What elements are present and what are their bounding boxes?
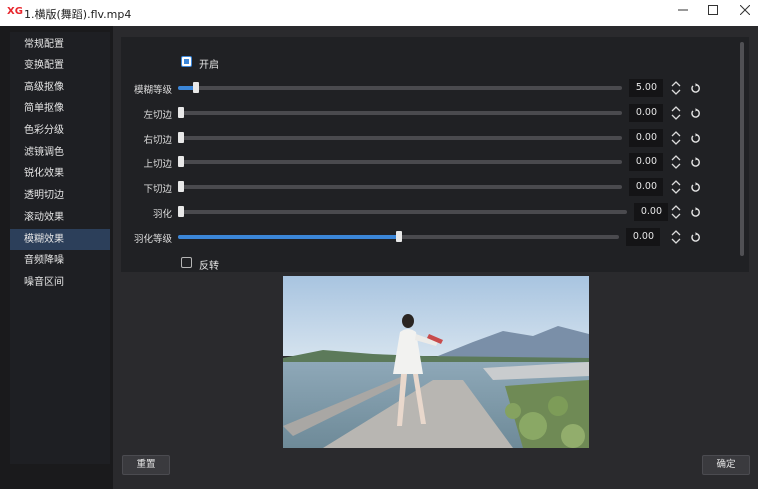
sidebar: 常规配置 变换配置 高级抠像 简单抠像 色彩分级 滤镜调色 锐化效果 透明切边 …	[10, 32, 110, 464]
spinner-arrows-icon[interactable]	[671, 105, 681, 121]
reset-icon[interactable]	[690, 108, 701, 119]
spinner-arrows-icon[interactable]	[671, 204, 681, 220]
spinner-arrows-icon[interactable]	[671, 179, 681, 195]
sidebar-item-scroll[interactable]: 滚动效果	[10, 207, 110, 228]
feather-level-slider-fill	[178, 235, 399, 239]
minimize-icon	[678, 9, 688, 11]
app-window: XG 1.横版(舞蹈).flv.mp4 常规配置 变换配置 高级抠像 简单抠像 …	[0, 0, 758, 489]
sidebar-item-simple-keying[interactable]: 简单抠像	[10, 98, 110, 119]
sidebar-item-sharpen[interactable]: 锐化效果	[10, 163, 110, 184]
spinner-arrows-icon[interactable]	[671, 154, 681, 170]
top-crop-slider-handle[interactable]	[178, 156, 184, 167]
reset-icon[interactable]	[690, 83, 701, 94]
right-crop-slider[interactable]	[178, 132, 622, 143]
sidebar-item-noise-range[interactable]: 噪音区间	[10, 272, 110, 293]
enable-label: 开启	[199, 60, 219, 71]
reset-icon[interactable]	[690, 207, 701, 218]
feather-slider[interactable]	[178, 206, 627, 217]
feather-level-label: 羽化等级	[133, 234, 172, 245]
sidebar-item-color-grading[interactable]: 色彩分级	[10, 120, 110, 141]
blur-level-slider[interactable]	[178, 82, 622, 93]
invert-checkbox[interactable]	[181, 257, 192, 268]
confirm-button[interactable]: 确定	[702, 455, 750, 475]
spinner-arrows-icon[interactable]	[671, 229, 681, 245]
title-bar: XG 1.横版(舞蹈).flv.mp4	[0, 0, 758, 26]
close-icon	[739, 4, 751, 16]
sidebar-item-blur[interactable]: 模糊效果	[10, 229, 110, 250]
preview-image	[283, 276, 589, 448]
spinner-arrows-icon[interactable]	[671, 130, 681, 146]
sidebar-item-transform[interactable]: 变换配置	[10, 55, 110, 76]
reset-all-button[interactable]: 重置	[122, 455, 170, 475]
left-crop-slider-handle[interactable]	[178, 107, 184, 118]
sidebar-item-general[interactable]: 常规配置	[10, 34, 110, 55]
reset-icon[interactable]	[690, 133, 701, 144]
right-crop-value-input[interactable]: 0.00	[629, 129, 663, 147]
top-crop-slider[interactable]	[178, 156, 622, 167]
right-crop-label: 右切边	[143, 135, 172, 146]
feather-value-input[interactable]: 0.00	[634, 203, 668, 221]
spinner-arrows-icon[interactable]	[671, 80, 681, 96]
left-crop-value-input[interactable]: 0.00	[629, 104, 663, 122]
sidebar-item-filter[interactable]: 滤镜调色	[10, 142, 110, 163]
sidebar-item-transparent-crop[interactable]: 透明切边	[10, 185, 110, 206]
left-crop-label: 左切边	[143, 110, 172, 121]
feather-label: 羽化	[152, 209, 172, 220]
feather-level-slider-handle[interactable]	[396, 231, 402, 242]
reset-icon[interactable]	[690, 232, 701, 243]
feather-slider-handle[interactable]	[178, 206, 184, 217]
top-crop-value-input[interactable]: 0.00	[629, 153, 663, 171]
bottom-crop-slider[interactable]	[178, 181, 622, 192]
settings-scrollbar[interactable]	[740, 42, 744, 256]
bottom-crop-slider-handle[interactable]	[178, 181, 184, 192]
enable-checkbox[interactable]	[181, 56, 192, 67]
right-crop-slider-handle[interactable]	[178, 132, 184, 143]
video-preview	[283, 276, 589, 448]
invert-label: 反转	[199, 261, 219, 272]
sidebar-item-advanced-keying[interactable]: 高级抠像	[10, 77, 110, 98]
close-button[interactable]	[734, 2, 756, 22]
blur-level-value-input[interactable]: 5.00	[629, 79, 663, 97]
sidebar-item-audio-denoise[interactable]: 音频降噪	[10, 250, 110, 271]
feather-level-value-input[interactable]: 0.00	[626, 228, 660, 246]
reset-icon[interactable]	[690, 157, 701, 168]
left-crop-slider[interactable]	[178, 107, 622, 118]
reset-icon[interactable]	[690, 182, 701, 193]
bottom-crop-value-input[interactable]: 0.00	[629, 178, 663, 196]
bottom-crop-label: 下切边	[143, 184, 172, 195]
maximize-icon	[708, 5, 718, 15]
app-logo: XG	[7, 6, 23, 17]
blur-level-label: 模糊等级	[133, 85, 172, 96]
minimize-button[interactable]	[672, 2, 694, 22]
feather-level-slider[interactable]	[178, 231, 619, 242]
window-title: 1.横版(舞蹈).flv.mp4	[24, 8, 132, 21]
maximize-button[interactable]	[702, 2, 724, 22]
blur-level-slider-handle[interactable]	[193, 82, 199, 93]
top-crop-label: 上切边	[143, 159, 172, 170]
